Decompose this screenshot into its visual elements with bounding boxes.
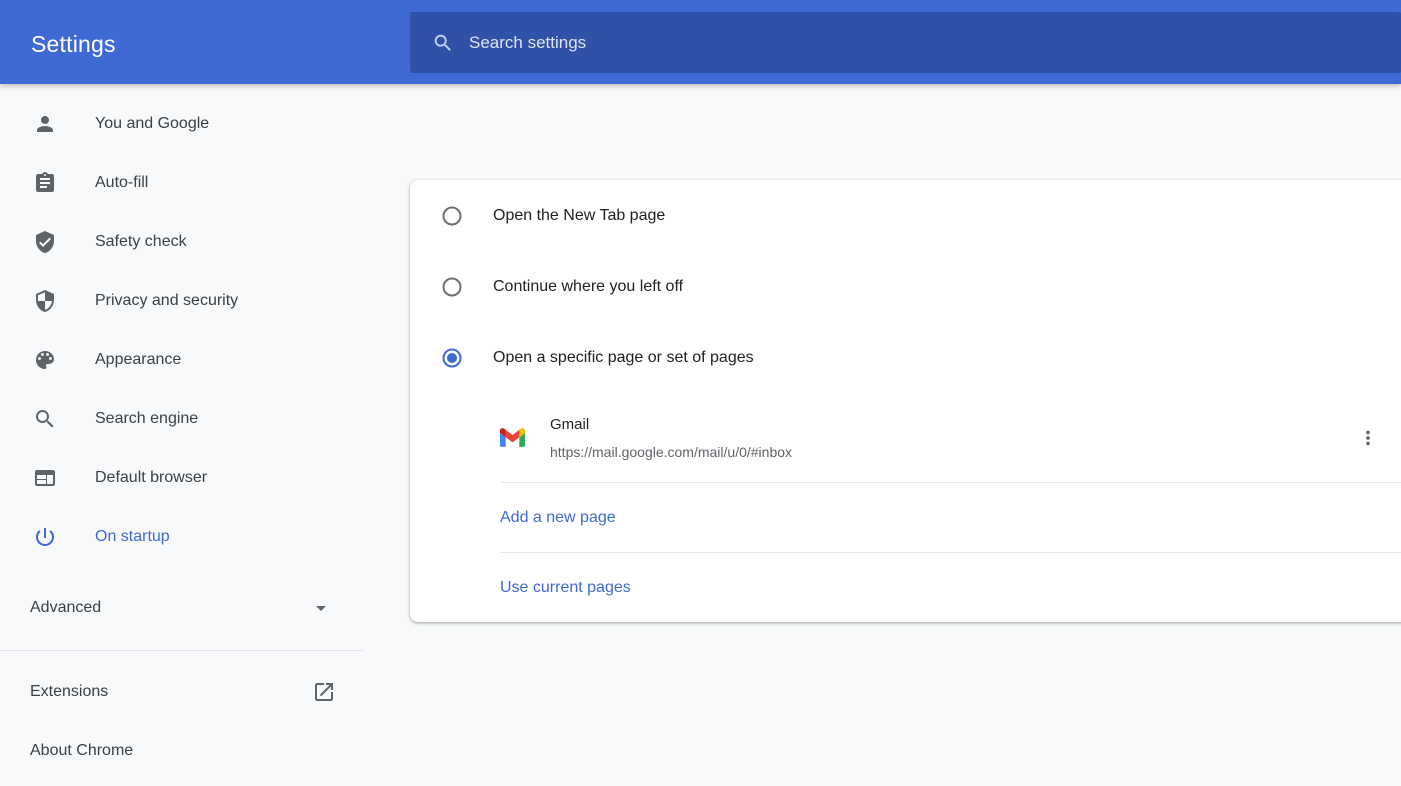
add-new-page-button[interactable]: Add a new page — [410, 483, 1401, 552]
use-current-pages-label: Use current pages — [500, 579, 631, 597]
sidebar-item-label: Privacy and security — [95, 292, 238, 310]
clipboard-icon — [33, 171, 57, 195]
sidebar-item-label: On startup — [95, 528, 170, 546]
radio-option-specific-pages[interactable]: Open a specific page or set of pages — [410, 322, 1401, 393]
shield-half-icon — [33, 289, 57, 313]
kebab-menu-icon — [1357, 427, 1379, 449]
chevron-down-icon — [309, 596, 333, 620]
radio-selected-icon — [442, 348, 462, 368]
sidebar-divider — [0, 650, 363, 651]
sidebar-item-label: You and Google — [95, 115, 209, 133]
search-icon — [432, 32, 454, 54]
sidebar-item-privacy-security[interactable]: Privacy and security — [0, 271, 363, 330]
sidebar-item-autofill[interactable]: Auto-fill — [0, 153, 363, 212]
shield-check-icon — [33, 230, 57, 254]
radio-option-continue[interactable]: Continue where you left off — [410, 251, 1401, 322]
sidebar-item-label: Default browser — [95, 469, 207, 487]
option-label: Continue where you left off — [493, 278, 683, 296]
sidebar-item-label: Search engine — [95, 410, 198, 428]
person-icon — [33, 112, 57, 136]
sidebar-item-label: Appearance — [95, 351, 181, 369]
sidebar-item-you-and-google[interactable]: You and Google — [0, 94, 363, 153]
sidebar-item-label: Auto-fill — [95, 174, 148, 192]
search-input[interactable] — [469, 33, 1401, 53]
on-startup-card: Open the New Tab page Continue where you… — [410, 180, 1401, 622]
page-title-text: Gmail — [550, 414, 792, 436]
advanced-toggle[interactable]: Advanced — [0, 578, 363, 637]
startup-page-row: Gmail https://mail.google.com/mail/u/0/#… — [410, 393, 1401, 482]
main-panel: On startup Open the New Tab page Continu… — [363, 84, 1401, 786]
gmail-icon — [500, 428, 525, 447]
open-in-new-icon — [312, 680, 336, 704]
settings-search[interactable] — [410, 12, 1401, 73]
radio-unselected-icon — [442, 277, 462, 297]
about-chrome-label: About Chrome — [30, 742, 133, 760]
settings-sidebar: You and Google Auto-fill Safety check Pr… — [0, 84, 363, 786]
option-label: Open the New Tab page — [493, 207, 665, 225]
header-toolbar: Settings — [0, 0, 1401, 84]
page-url-text: https://mail.google.com/mail/u/0/#inbox — [550, 442, 792, 462]
sidebar-item-label: Safety check — [95, 233, 187, 251]
sidebar-item-appearance[interactable]: Appearance — [0, 330, 363, 389]
palette-icon — [33, 348, 57, 372]
page-info: Gmail https://mail.google.com/mail/u/0/#… — [550, 414, 792, 462]
sidebar-item-about-chrome[interactable]: About Chrome — [0, 721, 363, 780]
search-icon — [33, 407, 57, 431]
sidebar-item-search-engine[interactable]: Search engine — [0, 389, 363, 448]
sidebar-item-safety-check[interactable]: Safety check — [0, 212, 363, 271]
power-icon — [33, 525, 57, 549]
page-title: Settings — [31, 31, 116, 58]
radio-unselected-icon — [442, 206, 462, 226]
add-new-page-label: Add a new page — [500, 509, 616, 527]
page-more-actions-button[interactable] — [1346, 416, 1390, 460]
use-current-pages-button[interactable]: Use current pages — [410, 553, 1401, 622]
sidebar-item-default-browser[interactable]: Default browser — [0, 448, 363, 507]
advanced-label: Advanced — [30, 599, 101, 617]
browser-window-icon — [33, 466, 57, 490]
option-label: Open a specific page or set of pages — [493, 349, 754, 367]
sidebar-item-on-startup[interactable]: On startup — [0, 507, 363, 566]
content-area: You and Google Auto-fill Safety check Pr… — [0, 84, 1401, 786]
radio-option-new-tab[interactable]: Open the New Tab page — [410, 180, 1401, 251]
extensions-label: Extensions — [30, 683, 108, 701]
sidebar-item-extensions[interactable]: Extensions — [0, 662, 363, 721]
